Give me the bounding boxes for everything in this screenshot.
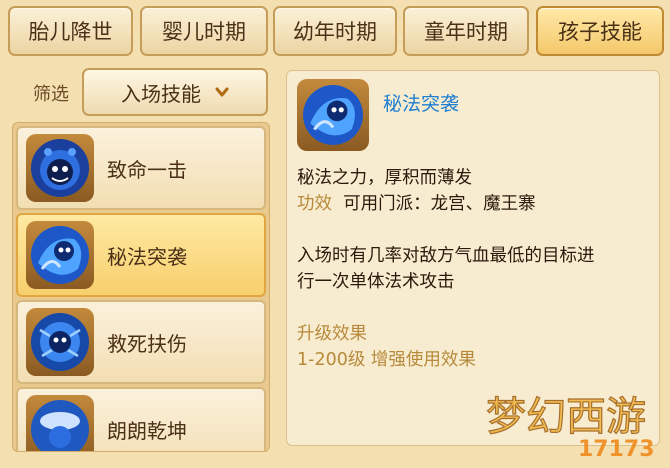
tab-childhood[interactable]: 童年时期 [403, 6, 529, 56]
skill-name: 致命一击 [107, 158, 187, 182]
skill-name: 秘法突袭 [107, 245, 187, 269]
blue-spirit-icon [297, 79, 369, 151]
tab-fetal[interactable]: 胎儿降世 [8, 6, 133, 56]
tab-bar: 胎儿降世 婴儿时期 幼年时期 童年时期 孩子技能 [0, 0, 670, 60]
chevron-down-icon [215, 87, 229, 97]
tab-infant[interactable]: 婴儿时期 [140, 6, 268, 56]
upgrade-label: 升级效果 [297, 324, 367, 344]
skill-name: 朗朗乾坤 [107, 419, 187, 443]
tab-label: 胎儿降世 [28, 20, 113, 44]
skill-title: 秘法突袭 [383, 93, 460, 115]
skill-list-item-selected[interactable]: 秘法突袭 [16, 213, 266, 297]
tab-label: 孩子技能 [558, 20, 642, 44]
game-logo-watermark: 梦幻西游 17173 [485, 393, 655, 462]
filter-dropdown[interactable]: 入场技能 [82, 68, 268, 116]
filter-selected-value: 入场技能 [121, 81, 201, 106]
blue-spirit-icon [26, 221, 94, 289]
svg-text:梦幻西游: 梦幻西游 [486, 394, 646, 440]
tab-label: 婴儿时期 [162, 20, 246, 44]
svg-text:17173: 17173 [578, 437, 655, 462]
upgrade-text: 1-200级 增强使用效果 [297, 350, 476, 370]
skill-effect-line: 功效 可用门派：龙宫、魔王寨 [297, 191, 536, 217]
tab-child-skills[interactable]: 孩子技能 [536, 6, 664, 56]
tab-toddler[interactable]: 幼年时期 [273, 6, 397, 56]
skill-list[interactable]: 致命一击 秘法突袭 救死扶伤 朗朗乾坤 [12, 122, 270, 452]
child-skills-window: 胎儿降世 婴儿时期 幼年时期 童年时期 孩子技能 筛选 入场技能 致命一击 秘法… [0, 0, 670, 468]
skill-list-item[interactable]: 救死扶伤 [16, 300, 266, 384]
tab-label: 童年时期 [424, 20, 508, 44]
skill-list-item[interactable]: 朗朗乾坤 [16, 387, 266, 451]
effect-label: 功效 [297, 194, 332, 214]
cloud-spirit-icon [26, 395, 94, 451]
tab-label: 幼年时期 [293, 20, 377, 44]
skill-description-line: 入场时有几率对敌方气血最低的目标进 [297, 246, 595, 266]
skill-description-line: 行一次单体法术攻击 [297, 272, 455, 292]
healing-spirit-icon [26, 308, 94, 376]
skill-flavor-text: 秘法之力，厚积而薄发 [297, 168, 472, 188]
skill-list-item[interactable]: 致命一击 [16, 126, 266, 210]
filter-label: 筛选 [33, 84, 69, 105]
skill-name: 救死扶伤 [107, 332, 187, 356]
dark-spirit-icon [26, 134, 94, 202]
sect-text: 可用门派：龙宫、魔王寨 [343, 194, 536, 214]
